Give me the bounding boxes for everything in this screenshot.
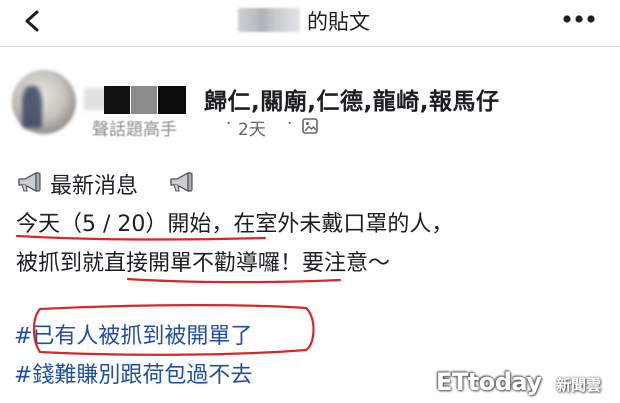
meta-separator: · [287, 114, 293, 134]
chevron-left-icon[interactable] [22, 10, 44, 32]
post-heading: 最新消息 [50, 174, 139, 199]
name-mosaic [158, 86, 186, 114]
post-body-line: 今天（5 / 20）開始，在室外未戴口罩的人， [16, 212, 454, 237]
watermark-brand: ETtoday [436, 368, 542, 396]
group-names[interactable]: 歸仁,關廟,仁德,龍崎,報馬仔 [204, 82, 499, 116]
watermark-suffix: 新聞雲 [556, 376, 602, 394]
hashtag-link[interactable]: #已有人被抓到被開單了 [14, 318, 252, 350]
header-divider [0, 46, 620, 47]
name-mosaic [131, 86, 157, 114]
name-mosaic [104, 86, 130, 114]
avatar-figure [22, 86, 42, 128]
meta-separator: · [226, 114, 232, 134]
member-badge: 聲話題高手 [92, 120, 177, 140]
image-audience-icon [302, 118, 318, 134]
more-horizontal-icon[interactable] [562, 14, 596, 24]
megaphone-icon [18, 171, 41, 193]
hashtag-link[interactable]: #錢難賺別跟荷包過不去 [14, 357, 252, 389]
page-title: 的貼文 [307, 10, 370, 34]
post-time[interactable]: 2天 [238, 115, 266, 140]
post-body-line: 被抓到就直接開單不勸導囉！要注意～ [16, 251, 391, 276]
blurred-author-name [238, 8, 300, 32]
megaphone-icon [170, 171, 193, 193]
